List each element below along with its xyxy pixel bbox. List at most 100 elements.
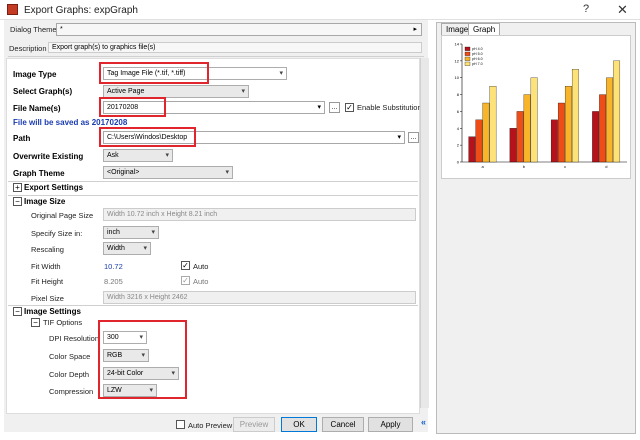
x-tick-label: b — [523, 164, 526, 169]
ok-button[interactable]: OK — [281, 417, 317, 432]
legend-swatch — [464, 46, 471, 51]
arrow-right-icon: ▸ — [413, 26, 417, 33]
color-depth-label: Color Depth — [49, 370, 90, 379]
original-page-size-field: Width 10.72 inch x Height 8.21 inch — [103, 208, 416, 221]
y-tick-label: 10 — [455, 75, 460, 80]
color-space-select[interactable]: RGB ▾ — [103, 349, 149, 362]
bar-a-2 — [482, 102, 490, 163]
dialog-theme-select[interactable]: * ▸ — [56, 23, 422, 36]
path-browse-button[interactable]: ... — [408, 132, 419, 143]
image-settings-label[interactable]: Image Settings — [24, 307, 81, 316]
enable-substitution-checkbox[interactable]: ✓ — [345, 103, 354, 112]
vertical-scrollbar[interactable] — [420, 58, 429, 408]
bar-d-3 — [613, 60, 621, 163]
file-name-browse-button[interactable]: ... — [329, 102, 340, 113]
file-name-input[interactable]: 20170208 ▾ — [103, 101, 325, 114]
y-tick-label: 14 — [455, 42, 460, 47]
bar-chart: 0 2 4 6 8 10 12 14 a b c d pH 4.0pH 5.0pH 6.0pH 7.0 — [455, 42, 627, 169]
select-graphs-select[interactable]: Active Page ▾ — [103, 85, 249, 98]
dpi-resolution-select[interactable]: 300 ▾ — [103, 331, 147, 344]
compression-label: Compression — [49, 387, 94, 396]
select-graphs-label: Select Graph(s) — [13, 87, 73, 96]
y-tick-label: 6 — [457, 109, 460, 114]
bar-b-1 — [516, 111, 524, 163]
auto-preview-label: Auto Preview — [188, 421, 233, 430]
image-settings-toggle[interactable]: − — [13, 307, 22, 316]
y-tick-label: 2 — [457, 143, 460, 148]
cancel-button[interactable]: Cancel — [322, 417, 364, 432]
fit-height-label: Fit Height — [31, 277, 64, 286]
legend-label: pH 4.0 — [472, 47, 483, 51]
help-button[interactable]: ? — [583, 3, 589, 15]
bar-c-1 — [557, 102, 565, 163]
dpi-resolution-label: DPI Resolution — [49, 334, 100, 343]
y-tick-label: 0 — [457, 160, 460, 165]
overwrite-select[interactable]: Ask ▾ — [103, 149, 173, 162]
original-page-size-label: Original Page Size — [31, 211, 94, 220]
collapse-panel-button[interactable]: « — [421, 417, 431, 429]
chevron-down-icon: ▾ — [143, 245, 147, 252]
fit-width-auto-checkbox[interactable]: ✓ — [181, 261, 190, 270]
chevron-down-icon: ▾ — [151, 229, 155, 236]
chevron-down-icon: ▾ — [279, 70, 283, 77]
export-settings-label[interactable]: Export Settings — [24, 183, 83, 192]
bar-d-1 — [599, 94, 607, 163]
description-label: Description — [9, 44, 47, 53]
legend-swatch — [464, 56, 471, 61]
path-input[interactable]: C:\Users\Windos\Desktop ▾ — [103, 131, 405, 144]
x-tick-label: a — [482, 164, 485, 169]
graph-theme-label: Graph Theme — [13, 169, 65, 178]
chevron-down-icon: ▾ — [139, 334, 143, 341]
pixel-size-label: Pixel Size — [31, 294, 64, 303]
bar-c-3 — [571, 69, 579, 163]
pixel-size-field: Width 3216 x Height 2462 — [103, 291, 416, 304]
overwrite-label: Overwrite Existing — [13, 152, 84, 161]
legend-label: pH 5.0 — [472, 52, 483, 56]
app-icon — [7, 4, 18, 15]
rescaling-select[interactable]: Width ▾ — [103, 242, 151, 255]
fit-width-value[interactable]: 10.72 — [104, 262, 123, 271]
image-type-label: Image Type — [13, 70, 57, 79]
legend-swatch — [464, 51, 471, 56]
bar-a-1 — [475, 119, 483, 163]
bar-c-0 — [550, 119, 558, 163]
specify-size-select[interactable]: inch ▾ — [103, 226, 159, 239]
file-name-label: File Name(s) — [13, 104, 61, 113]
preview-button[interactable]: Preview — [233, 417, 275, 432]
image-type-select[interactable]: Tag Image File (*.tif, *.tiff) ▾ — [103, 67, 287, 80]
image-size-label[interactable]: Image Size — [24, 197, 65, 206]
y-tick-label: 8 — [457, 92, 460, 97]
tif-options-toggle[interactable]: − — [31, 318, 40, 327]
graph-preview: 0 2 4 6 8 10 12 14 a b c d pH 4.0 pH 5.0 pH 6.0 pH 7.0 — [441, 35, 631, 179]
graph-theme-select[interactable]: <Original> ▾ — [103, 166, 233, 179]
image-size-toggle[interactable]: − — [13, 197, 22, 206]
fit-width-label: Fit Width — [31, 262, 61, 271]
auto-preview-checkbox[interactable] — [176, 420, 185, 429]
bar-b-3 — [530, 77, 538, 163]
enable-substitution-label: Enable Substitution — [357, 103, 422, 112]
bar-c-2 — [564, 85, 572, 163]
bar-d-2 — [606, 77, 614, 163]
x-tick-label: d — [605, 164, 607, 169]
apply-button[interactable]: Apply — [368, 417, 413, 432]
chevron-down-icon: ▾ — [241, 88, 245, 95]
compression-select[interactable]: LZW ▾ — [103, 384, 157, 397]
bar-b-0 — [509, 128, 517, 163]
legend-label: pH 7.0 — [472, 62, 483, 66]
rescaling-label: Rescaling — [31, 245, 64, 254]
chevron-down-icon: ▾ — [225, 169, 229, 176]
chevron-down-icon: ▾ — [149, 387, 153, 394]
tif-options-label[interactable]: TIF Options — [43, 318, 82, 327]
description-field: Export graph(s) to graphics file(s) — [48, 42, 422, 53]
specify-size-label: Specify Size in: — [31, 229, 83, 238]
close-button[interactable]: ✕ — [617, 2, 628, 18]
window-title: Export Graphs: expGraph — [24, 5, 138, 16]
color-depth-select[interactable]: 24-bit Color ▾ — [103, 367, 179, 380]
saved-as-text: File will be saved as 20170208 — [13, 118, 128, 127]
fit-width-auto-label: Auto — [193, 262, 209, 271]
x-tick-label: c — [564, 164, 566, 169]
path-label: Path — [13, 134, 31, 143]
export-settings-toggle[interactable]: + — [13, 183, 22, 192]
fit-height-auto-label: Auto — [193, 277, 209, 286]
chevron-down-icon: ▾ — [171, 370, 175, 377]
